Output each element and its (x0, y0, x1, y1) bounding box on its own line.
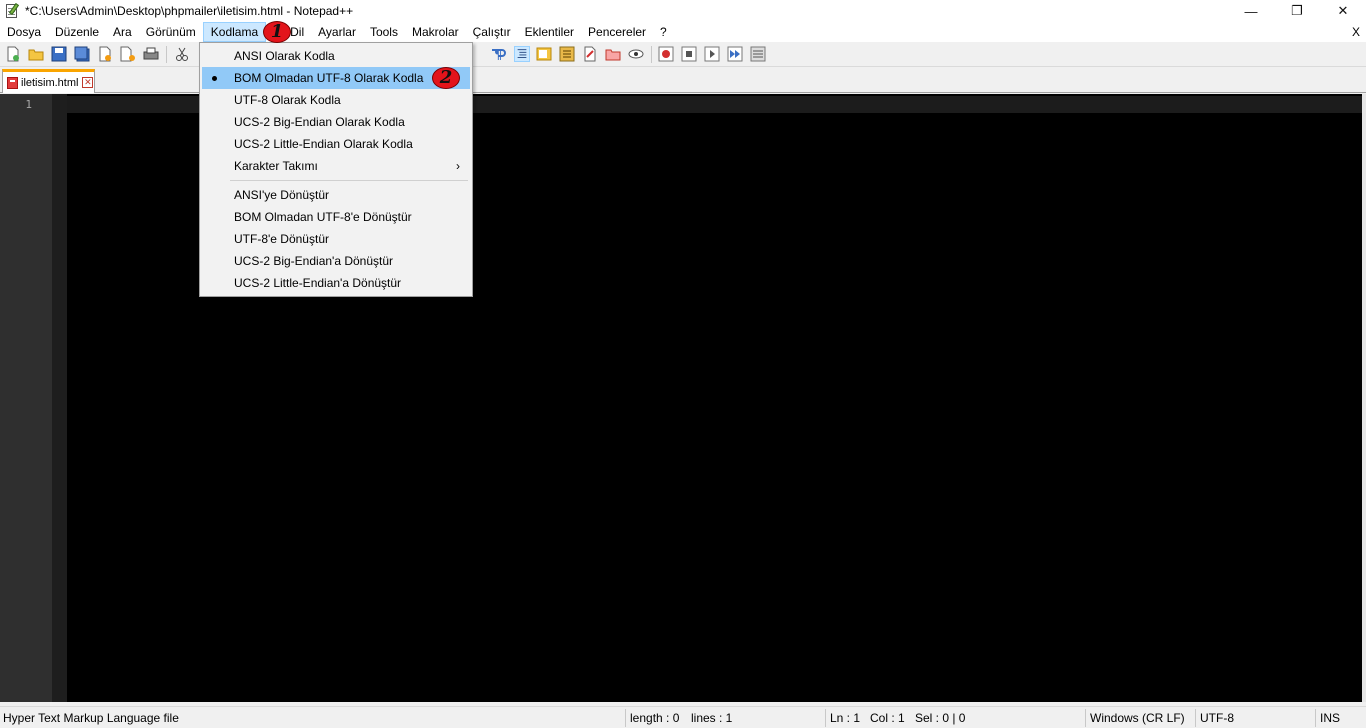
step-1-annotation: 1 (263, 21, 291, 43)
toolbar-separator (651, 46, 652, 63)
window-controls: — ❐ ✕ (1228, 0, 1366, 22)
menu-dosya[interactable]: Dosya (0, 22, 48, 42)
line-number-gutter: 1 (0, 94, 52, 702)
fold-margin[interactable] (52, 94, 67, 702)
tab-label: iletisim.html (21, 76, 79, 89)
status-separator (1195, 709, 1196, 727)
save-icon[interactable] (51, 46, 67, 62)
status-separator (1315, 709, 1316, 727)
menu-item-character-set[interactable]: Karakter Takımı › (202, 155, 470, 177)
cut-icon[interactable] (174, 46, 190, 62)
menu-item-convert-utf8[interactable]: UTF-8'e Dönüştür (202, 228, 470, 250)
stop-macro-icon[interactable] (681, 46, 697, 62)
menu-kodlama[interactable]: Kodlama (202, 22, 267, 42)
menu-item-label: BOM Olmadan UTF-8 Olarak Kodla (234, 71, 424, 85)
svg-text:¶: ¶ (494, 48, 502, 62)
status-insert-mode[interactable]: INS (1320, 711, 1340, 725)
step-2-annotation: 2 (432, 67, 460, 89)
notepadpp-app-icon (4, 2, 20, 19)
function-list-icon[interactable] (559, 46, 575, 62)
play-macro-icon[interactable] (704, 46, 720, 62)
line-number: 1 (25, 98, 32, 111)
menu-pencereler[interactable]: Pencereler (581, 22, 653, 42)
menu-item-convert-ucs2-be[interactable]: UCS-2 Big-Endian'a Dönüştür (202, 250, 470, 272)
title-bar: *C:\Users\Admin\Desktop\phpmailer\iletis… (0, 0, 1366, 22)
menu-makrolar[interactable]: Makrolar (405, 22, 466, 42)
print-icon[interactable] (143, 46, 159, 62)
vertical-scrollbar[interactable] (1362, 94, 1366, 702)
notepadpp-window: *C:\Users\Admin\Desktop\phpmailer\iletis… (0, 0, 1366, 728)
indent-guide-icon[interactable] (514, 46, 530, 62)
menu-item-convert-ansi[interactable]: ANSI'ye Dönüştür (202, 184, 470, 206)
status-encoding[interactable]: UTF-8 (1200, 711, 1234, 725)
status-eol[interactable]: Windows (CR LF) (1090, 711, 1185, 725)
menu-duzenle[interactable]: Düzenle (48, 22, 106, 42)
status-separator (625, 709, 626, 727)
status-file-type: Hyper Text Markup Language file (3, 711, 179, 725)
status-length: length : 0 (630, 711, 680, 725)
doc-map-icon[interactable] (536, 46, 552, 62)
menu-item-ansi-encode[interactable]: ANSI Olarak Kodla (202, 45, 470, 67)
record-macro-icon[interactable] (658, 46, 674, 62)
status-separator (1085, 709, 1086, 727)
menu-item-label: UCS-2 Little-Endian Olarak Kodla (234, 137, 413, 151)
run-macro-multiple-icon[interactable] (727, 46, 743, 62)
menu-item-label: UTF-8'e Dönüştür (234, 232, 329, 246)
menu-gorunum[interactable]: Görünüm (139, 22, 203, 42)
menu-bar: Dosya Düzenle Ara Görünüm Kodlama Dil Ay… (0, 22, 1366, 42)
save-macro-icon[interactable] (750, 46, 766, 62)
folder-workspace-icon[interactable] (582, 46, 598, 62)
minimize-button[interactable]: — (1228, 0, 1274, 22)
status-lines: lines : 1 (691, 711, 733, 725)
status-separator (825, 709, 826, 727)
status-column: Col : 1 (870, 711, 905, 725)
menu-tools[interactable]: Tools (363, 22, 405, 42)
selected-bullet-icon (212, 76, 217, 81)
folder-as-workspace-icon[interactable] (605, 46, 621, 62)
close-document-button[interactable]: X (1352, 22, 1360, 42)
close-all-icon[interactable] (120, 46, 136, 62)
toolbar-separator (166, 46, 167, 63)
menu-item-label: UTF-8 Olarak Kodla (234, 93, 341, 107)
menu-item-convert-ucs2-le[interactable]: UCS-2 Little-Endian'a Dönüştür (202, 272, 470, 294)
tab-close-icon[interactable]: ✕ (82, 77, 94, 88)
open-file-icon[interactable] (28, 46, 44, 62)
status-line: Ln : 1 (830, 711, 861, 725)
menu-ayarlar[interactable]: Ayarlar (311, 22, 363, 42)
maximize-button[interactable]: ❐ (1274, 0, 1320, 22)
menu-item-label: ANSI Olarak Kodla (234, 49, 335, 63)
menu-help[interactable]: ? (653, 22, 674, 42)
menu-calistir[interactable]: Çalıştır (466, 22, 518, 42)
show-symbol-icon[interactable]: ¶ (490, 46, 506, 62)
save-all-icon[interactable] (74, 46, 90, 62)
close-window-button[interactable]: ✕ (1320, 0, 1366, 22)
menu-item-utf8-encode[interactable]: UTF-8 Olarak Kodla (202, 89, 470, 111)
menu-separator (230, 180, 468, 181)
menu-item-label: UCS-2 Big-Endian Olarak Kodla (234, 115, 405, 129)
menu-item-ucs2-le-encode[interactable]: UCS-2 Little-Endian Olarak Kodla (202, 133, 470, 155)
monitoring-eye-icon[interactable] (628, 46, 644, 62)
menu-item-label: UCS-2 Big-Endian'a Dönüştür (234, 254, 394, 268)
menu-item-convert-utf8-without-bom[interactable]: BOM Olmadan UTF-8'e Dönüştür (202, 206, 470, 228)
menu-item-ucs2-be-encode[interactable]: UCS-2 Big-Endian Olarak Kodla (202, 111, 470, 133)
menu-item-label: BOM Olmadan UTF-8'e Dönüştür (234, 210, 412, 224)
menu-item-label: UCS-2 Little-Endian'a Dönüştür (234, 276, 402, 290)
menu-ara[interactable]: Ara (106, 22, 139, 42)
status-bar: Hyper Text Markup Language file length :… (0, 706, 1366, 728)
status-selection: Sel : 0 | 0 (915, 711, 966, 725)
menu-eklentiler[interactable]: Eklentiler (518, 22, 581, 42)
menu-item-label: ANSI'ye Dönüştür (234, 188, 329, 202)
new-file-icon[interactable] (5, 46, 21, 62)
menu-item-utf8-without-bom-encode[interactable]: BOM Olmadan UTF-8 Olarak Kodla (202, 67, 470, 89)
submenu-arrow-icon: › (456, 159, 460, 173)
window-title: *C:\Users\Admin\Desktop\phpmailer\iletis… (25, 4, 354, 18)
tab-iletisim-html[interactable]: iletisim.html ✕ (2, 69, 95, 93)
close-file-icon[interactable] (97, 46, 113, 62)
unsaved-file-icon (7, 76, 18, 89)
menu-item-label: Karakter Takımı (234, 159, 318, 173)
